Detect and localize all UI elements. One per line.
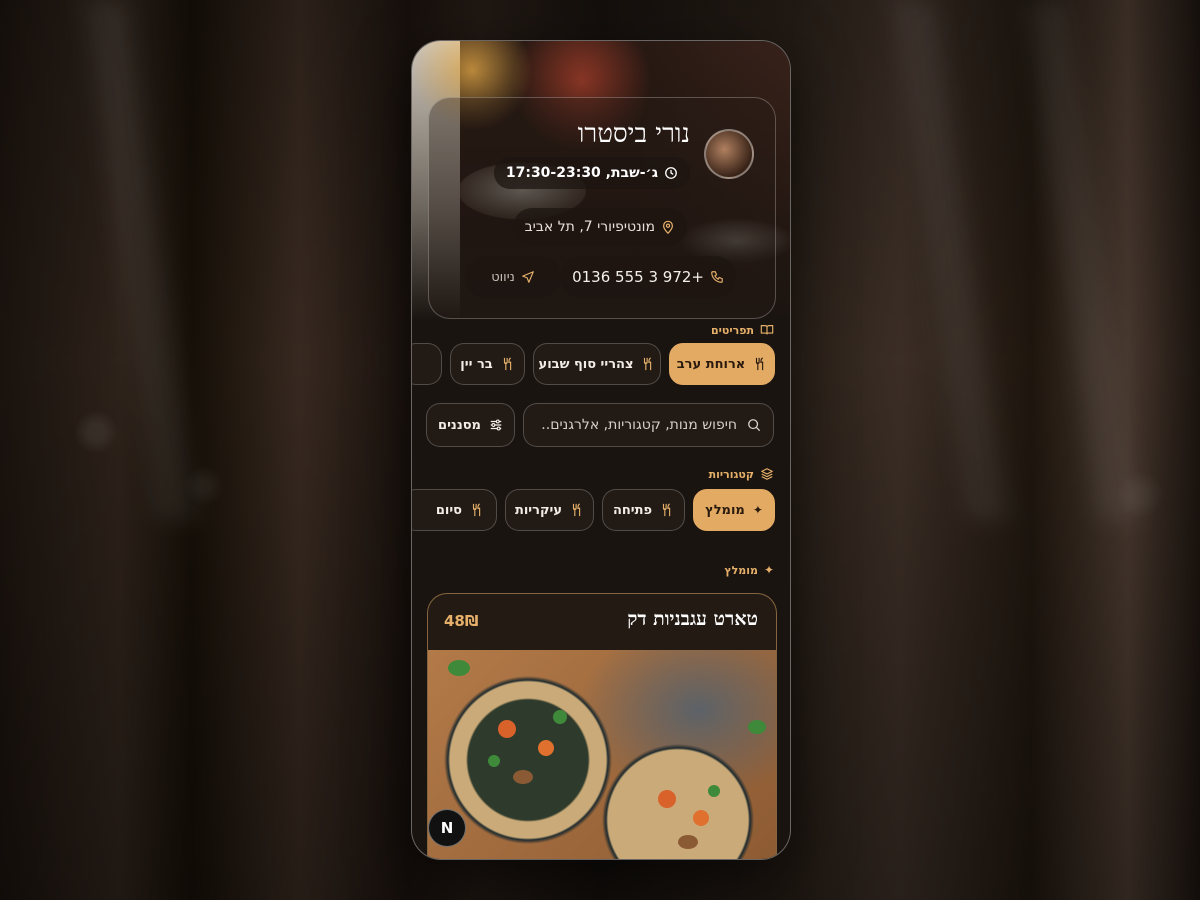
utensils-icon xyxy=(644,357,652,371)
menu-tab-wine-bar[interactable]: בר יין xyxy=(450,343,525,385)
address-text: מונטיפיורי 7, תל אביב xyxy=(524,219,655,235)
menu-tab-label: ארוחת ערב xyxy=(676,356,746,372)
menus-section-label: תפריטים xyxy=(711,323,774,337)
search-input[interactable] xyxy=(536,416,739,434)
hours-text: ג׳-שבת, 17:30-23:30 xyxy=(505,165,658,181)
n-badge[interactable]: N xyxy=(428,809,466,847)
filters-button[interactable]: מסננים xyxy=(426,403,515,447)
navigate-button[interactable]: ניווט xyxy=(465,256,561,298)
book-icon xyxy=(760,325,774,335)
navigation-icon xyxy=(522,271,534,283)
categories-section-label: קטגוריות xyxy=(709,467,774,481)
utensils-icon xyxy=(572,503,581,517)
search-bar[interactable] xyxy=(523,403,774,447)
category-starters[interactable]: פתיחה xyxy=(602,489,685,531)
restaurant-avatar xyxy=(704,129,754,179)
layers-icon xyxy=(761,468,773,480)
sliders-icon xyxy=(490,419,502,431)
categories-label-text: קטגוריות xyxy=(708,467,754,481)
hours-pill: ג׳-שבת, 17:30-23:30 xyxy=(493,157,690,189)
category-mains[interactable]: עיקריות xyxy=(505,489,594,531)
clock-icon xyxy=(665,167,677,179)
search-icon xyxy=(748,419,761,432)
menu-tab-dinner[interactable]: ארוחת ערב xyxy=(669,343,775,385)
dish-name: טארט עגבניות דק xyxy=(627,608,758,630)
phone-pill[interactable]: +972 3 555 0136 xyxy=(560,256,736,298)
address-pill[interactable]: מונטיפיורי 7, תל אביב xyxy=(512,208,687,246)
sparkle-icon: ✦ xyxy=(763,563,774,577)
pin-icon xyxy=(663,220,673,234)
filters-label: מסננים xyxy=(438,417,481,433)
category-recommended[interactable]: ✦ מומלץ xyxy=(693,489,775,531)
utensils-icon xyxy=(662,503,671,517)
dish-card[interactable]: טארט עגבניות דק 48₪ xyxy=(427,593,777,859)
dish-price: 48₪ xyxy=(444,612,479,630)
utensils-icon xyxy=(756,357,764,371)
category-label: סיום xyxy=(435,502,462,518)
category-label: פתיחה xyxy=(612,502,653,518)
dish-image xyxy=(428,650,776,859)
menu-tab-weekend-lunch[interactable]: צהריי סוף שבוע xyxy=(533,343,661,385)
menu-tab-label: בר יין xyxy=(460,356,493,372)
utensils-icon xyxy=(503,357,511,371)
category-desserts[interactable]: סיום xyxy=(412,489,497,531)
utensils-icon xyxy=(472,503,481,517)
recommended-label-text: מומלץ xyxy=(724,563,758,577)
restaurant-name: נורי ביסטרו xyxy=(577,119,690,149)
menu-tab-label: צהריי סוף שבוע xyxy=(538,356,634,372)
menu-tab-overflow[interactable] xyxy=(412,343,442,385)
phone-frame: נורי ביסטרו ג׳-שבת, 17:30-23:30 מונטיפיו… xyxy=(411,40,791,860)
navigate-label: ניווט xyxy=(491,269,515,285)
recommended-section-label: ✦ מומלץ xyxy=(724,563,774,577)
sparkle-icon: ✦ xyxy=(752,503,763,517)
menus-label-text: תפריטים xyxy=(711,323,754,337)
phone-icon xyxy=(711,271,723,283)
category-label: מומלץ xyxy=(705,502,745,518)
phone-text: +972 3 555 0136 xyxy=(572,268,704,286)
category-label: עיקריות xyxy=(514,502,563,518)
